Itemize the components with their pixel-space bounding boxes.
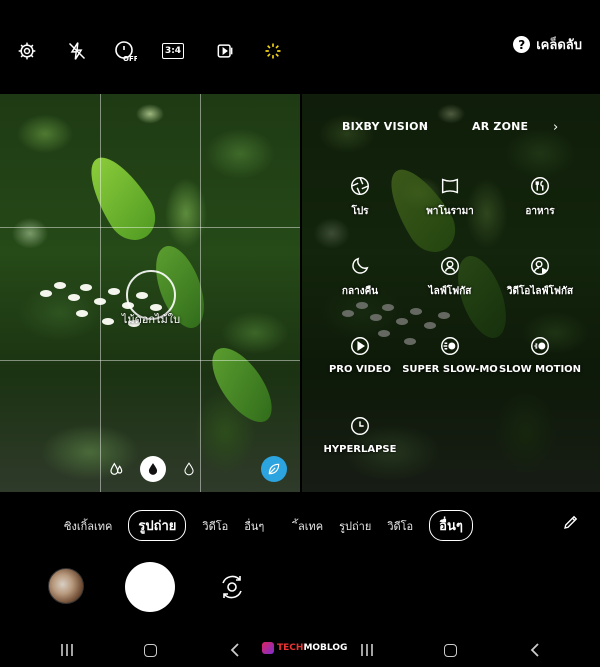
mode-tab-video[interactable]: วิดีโอ [202,517,228,535]
svg-text:OFF: OFF [123,55,137,63]
filter-selector [106,456,200,482]
mode-panorama[interactable]: พาโนรามา [400,174,500,219]
mode-tab-single-take[interactable]: ซิงเกิ้ลเทค [64,517,112,535]
bixby-vision-label: BIXBY VISION [342,120,429,133]
flash-off-icon[interactable] [64,38,90,64]
mode-pro-video[interactable]: PRO VIDEO [310,334,410,375]
viewfinder-more-modes: BIXBY VISION › AR ZONE › โปร พาโนรามา อา… [302,94,600,492]
water-drop-icon[interactable] [140,456,166,482]
mode-selector-left: ซิงเกิ้ลเทค รูปถ่าย วิดีโอ อื่นๆ [56,510,272,541]
panorama-icon [438,174,462,198]
grid-line [200,94,201,492]
recent-apps-icon[interactable] [57,640,77,660]
mode-tab-single-take[interactable]: ิ้ลเทค [298,517,323,535]
settings-icon[interactable] [14,38,40,64]
mode-night[interactable]: กลางคืน [310,254,410,299]
shutter-button[interactable] [125,562,175,612]
ar-zone-button[interactable]: AR ZONE [472,120,528,133]
viewfinder-photo[interactable]: ไม้ดอกไม้ใบ [0,94,300,492]
mode-super-slow-mo[interactable]: SUPER SLOW-MO [400,334,500,375]
ratio-icon[interactable]: 3:4 [160,38,186,64]
bixby-vision-button[interactable]: BIXBY VISION [342,120,428,133]
slow-motion-icon [528,334,552,358]
home-icon[interactable] [440,640,460,660]
night-moon-icon [348,254,372,278]
edit-pencil-icon[interactable] [562,513,580,531]
mode-food[interactable]: อาหาร [490,174,590,219]
mode-tab-photo[interactable]: รูปถ่าย [128,510,187,541]
timer-off-icon[interactable]: OFF [112,38,138,64]
chevron-right-icon: › [553,120,559,135]
watermark-logo: TECHMOBLOG [262,642,347,654]
mode-label: SLOW MOTION [498,364,582,375]
mode-label: PRO VIDEO [328,364,392,375]
tips-button[interactable]: ? เคล็ดลับ [513,34,582,55]
back-icon[interactable] [225,640,245,660]
help-icon: ? [513,36,531,53]
mode-tab-more[interactable]: อื่นๆ [244,517,264,535]
mode-hyperlapse[interactable]: HYPERLAPSE [310,414,410,455]
mode-slow-motion[interactable]: SLOW MOTION [490,334,590,375]
ar-zone-label: AR ZONE [472,120,529,133]
mode-label: HYPERLAPSE [323,444,397,455]
scene-detected-label: ไม้ดอกไม้ใบ [121,313,181,326]
mode-live-focus[interactable]: ไลฟ์โฟกัส [400,254,500,299]
mode-label: วิดีโอไลฟ์โฟกัส [506,286,574,297]
water-drop-small-icon[interactable] [106,458,128,480]
mode-label: โปร [351,206,369,217]
motion-photo-icon[interactable] [212,38,238,64]
hyperlapse-icon [348,414,372,438]
tips-label: เคล็ดลับ [536,38,582,53]
leaf-icon[interactable] [261,456,287,482]
back-icon[interactable] [525,640,545,660]
grid-line [0,227,300,228]
mode-live-focus-video[interactable]: วิดีโอไลฟ์โฟกัส [490,254,590,299]
grid-line [0,360,300,361]
mode-label: SUPER SLOW-MO [402,364,498,375]
scene-optimizer-icon[interactable] [260,38,286,64]
switch-camera-icon[interactable] [214,569,250,605]
pro-video-icon [348,334,372,358]
food-icon [528,174,552,198]
mode-pro[interactable]: โปร [310,174,410,219]
live-focus-icon [438,254,462,278]
mode-label: ไลฟ์โฟกัส [428,286,472,297]
mode-label: กลางคืน [341,286,379,297]
home-icon[interactable] [140,640,160,660]
camera-top-bar: OFF 3:4 ? เคล็ดลับ [0,0,600,94]
grid-line [100,94,101,492]
gallery-thumbnail[interactable] [48,568,84,604]
mode-tab-video[interactable]: วิดีโอ [387,517,413,535]
ratio-label: 3:4 [162,43,184,59]
water-drop-outline-icon[interactable] [178,458,200,480]
mode-label: อาหาร [525,206,555,217]
chevron-right-icon: › [423,120,429,135]
live-focus-video-icon [528,254,552,278]
aperture-icon [348,174,372,198]
mode-tab-photo[interactable]: รูปถ่าย [339,517,371,535]
recent-apps-icon[interactable] [357,640,377,660]
brand-logo-icon [262,642,274,654]
mode-selector-right: ิ้ลเทค รูปถ่าย วิดีโอ อื่นๆ [290,510,481,541]
super-slow-mo-icon [438,334,462,358]
mode-tab-more[interactable]: อื่นๆ [429,510,473,541]
mode-label: พาโนรามา [426,206,474,217]
watermark-text: TECHMOBLOG [277,643,348,653]
